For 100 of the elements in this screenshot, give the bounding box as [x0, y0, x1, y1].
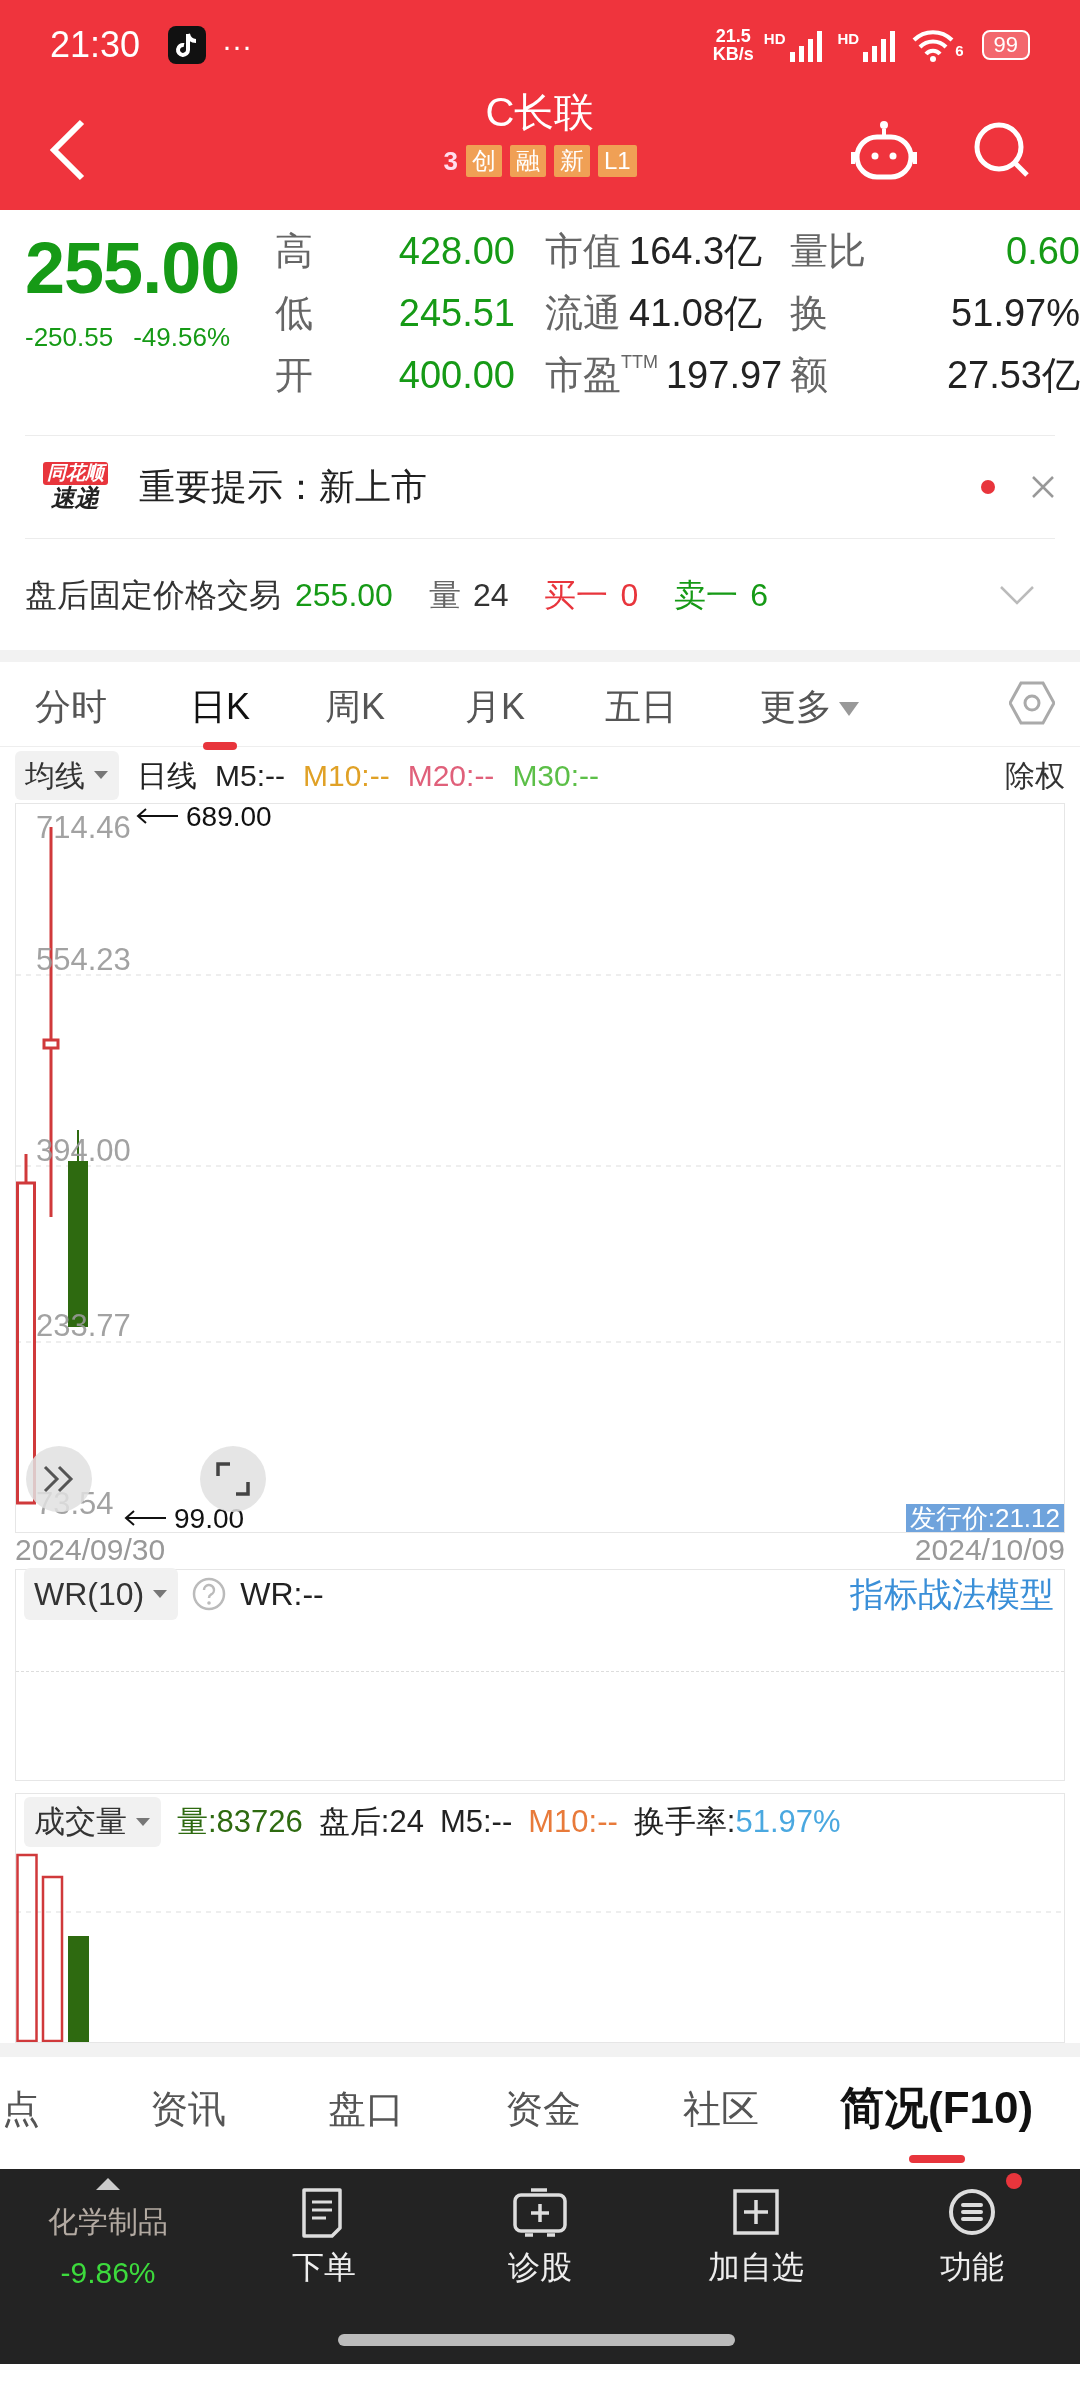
volume-stat: 量:83726 — [177, 1802, 303, 1841]
period-label: 日线 — [137, 757, 197, 794]
after-hours-price: 255.00 — [295, 575, 393, 615]
quote-value: 24 — [472, 575, 509, 615]
wifi-standard-label: 6 — [955, 40, 964, 61]
sector-change: -9.86% — [60, 2255, 156, 2291]
toolbar-button[interactable]: 下单 — [216, 2169, 432, 2364]
double-chevron-icon — [42, 1464, 76, 1494]
price-change-percent: -49.56% — [133, 321, 231, 354]
date-label: 2024/10/09 — [914, 1533, 1065, 1567]
section-tab[interactable]: 资金 — [505, 2081, 581, 2160]
volume-stat: M5:-- — [439, 1802, 513, 1841]
caret-icon — [135, 1817, 151, 1827]
stat-value: 27.53亿 — [945, 352, 1080, 398]
stock-tag: L1 — [597, 145, 637, 177]
axis-label: 714.46 — [36, 810, 131, 845]
last-price: 255.00 — [25, 232, 241, 304]
quote-value: 0 — [620, 575, 639, 615]
stock-name: C长联 — [485, 89, 595, 134]
sector-name[interactable]: 化学制品 — [48, 2199, 168, 2244]
section-tab[interactable]: 资讯 — [150, 2081, 226, 2160]
section-tab[interactable]: 社区 — [683, 2081, 759, 2160]
robot-icon — [851, 120, 917, 180]
ma-value: M30:-- — [512, 757, 600, 794]
caret-icon — [93, 770, 109, 780]
notice-text[interactable]: 重要提示：新上市 — [139, 460, 427, 514]
chart-tab[interactable]: 更多 — [760, 680, 860, 750]
volume-stat: M10:-- — [528, 1802, 618, 1841]
stat-value: 245.51 — [397, 290, 515, 336]
adjust-option[interactable]: 除权 — [1005, 752, 1065, 798]
chart-tab[interactable]: 日K — [190, 680, 250, 750]
chart-tab[interactable]: 五日 — [605, 680, 677, 750]
axis-label: 73.54 — [36, 1486, 114, 1521]
volume-stat: 盘后:24 — [318, 1802, 424, 1841]
toolbar-button[interactable]: 诊股 — [432, 2169, 648, 2364]
chart-tab[interactable]: 月K — [465, 680, 525, 750]
stat-value: 0.60 — [1005, 228, 1080, 274]
stat-label: 低 — [275, 290, 314, 336]
quote-label: 卖一 — [674, 575, 739, 615]
price-change: -250.55 — [25, 321, 114, 354]
music-note-icon — [168, 26, 207, 64]
stat-value: 197.97 — [666, 352, 783, 398]
settings-button[interactable] — [1009, 680, 1055, 726]
ma-value: M10:-- — [303, 757, 390, 794]
section-tab[interactable]: 点 — [2, 2081, 40, 2160]
up-arrow-icon — [95, 2177, 121, 2191]
stock-tag: 新 — [553, 145, 590, 177]
stat-label: 换 — [790, 290, 829, 336]
chart-tab[interactable]: 周K — [325, 680, 385, 750]
arrow-line — [124, 1510, 167, 1526]
indicator-dropdown[interactable]: 成交量 — [24, 1796, 161, 1848]
ma-value: M5:-- — [215, 757, 285, 794]
stock-tag: 融 — [509, 145, 546, 177]
stat-label: 量比 — [790, 228, 867, 274]
stat-label: 市值 — [545, 228, 621, 274]
indicator-value: WR:-- — [240, 1575, 324, 1614]
robot-button[interactable] — [851, 120, 917, 180]
ma-value: M20:-- — [407, 757, 495, 794]
stat-value: 428.00 — [397, 228, 515, 274]
stat-value: 41.08亿 — [629, 290, 763, 336]
stat-value: 51.97% — [950, 290, 1080, 336]
stat-label: 开 — [275, 352, 314, 398]
battery-indicator: 99 — [981, 30, 1030, 60]
close-icon — [1031, 475, 1055, 500]
volume-stat: 换手率:51.97% — [633, 1802, 841, 1841]
expand-icon — [216, 1462, 250, 1496]
axis-label: 233.77 — [36, 1308, 131, 1343]
after-hours-label: 盘后固定价格交易 — [25, 575, 281, 615]
medical-kit-icon — [511, 2187, 569, 2239]
section-tab[interactable]: 简况(F10) — [840, 2075, 1034, 2163]
stat-label: 市盈$^{TTM}$ — [545, 350, 658, 398]
arrow-line — [136, 808, 179, 824]
stock-tag: 创 — [465, 145, 502, 177]
indicator-dropdown[interactable]: WR(10) — [24, 1568, 179, 1620]
section-tab[interactable]: 盘口 — [328, 2081, 404, 2160]
stat-value: 164.3亿 — [629, 228, 763, 274]
wifi-icon — [911, 28, 956, 62]
stat-label: 高 — [275, 228, 314, 274]
close-button[interactable] — [1031, 474, 1055, 500]
high-price-marker: 689.00 — [186, 804, 272, 832]
issue-price-label: 发行价:21.12 — [905, 1504, 1064, 1532]
date-label: 2024/09/30 — [15, 1533, 166, 1567]
quote-label: 买一 — [544, 575, 609, 615]
stat-label: 流通 — [545, 290, 621, 336]
clock-time: 21:30 — [50, 23, 141, 67]
more-indicator: ··· — [222, 27, 253, 64]
low-price-marker: 99.00 — [174, 1503, 245, 1532]
network-type-label: HD — [763, 29, 786, 49]
network-speed: 21.5 KB/s — [712, 27, 754, 63]
stat-value: 400.00 — [397, 352, 515, 398]
settings-icon — [1009, 680, 1055, 726]
toolbar-button[interactable]: 功能 — [864, 2169, 1080, 2364]
network-type-label: HD — [837, 29, 860, 49]
chart-tab[interactable]: 分时 — [35, 680, 107, 750]
indicator-dropdown[interactable]: 均线 — [15, 750, 119, 800]
toolbar-button[interactable]: 加自选 — [648, 2169, 864, 2364]
quote-label: 量 — [428, 575, 461, 615]
news-logo: 同花顺 速递 — [35, 462, 115, 512]
quote-value: 6 — [750, 575, 769, 615]
stock-code: 3 — [443, 144, 458, 178]
